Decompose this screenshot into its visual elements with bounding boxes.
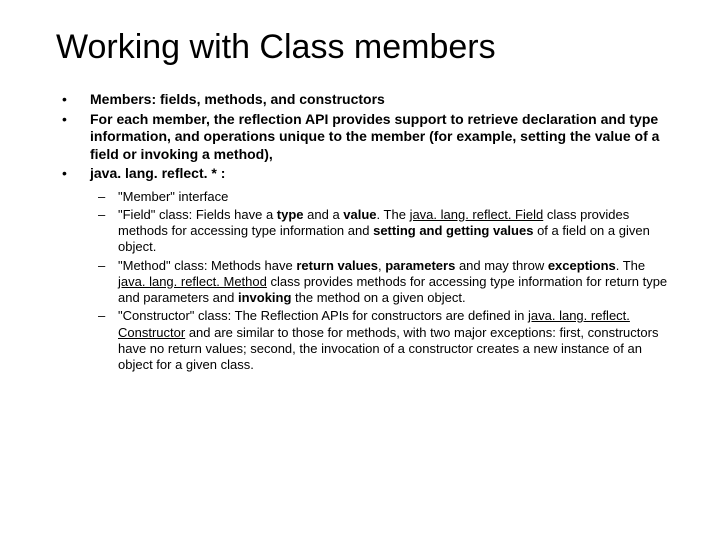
text: and may throw — [455, 258, 548, 273]
sub-bullet-item: "Member" interface — [96, 189, 672, 205]
text: "Constructor" class: The Reflection APIs… — [118, 308, 528, 323]
text: the method on a given object. — [291, 290, 465, 305]
text: and are similar to those for methods, wi… — [118, 325, 658, 373]
sub-bullet-item: "Field" class: Fields have a type and a … — [96, 207, 672, 256]
bold-text: parameters — [385, 258, 455, 273]
text: . The — [616, 258, 645, 273]
bullet-item: java. lang. reflect. * : "Member" interf… — [60, 165, 672, 373]
bold-text: setting and getting values — [373, 223, 533, 238]
bold-text: type — [277, 207, 304, 222]
text: . The — [377, 207, 410, 222]
sub-bullet-list: "Member" interface "Field" class: Fields… — [96, 189, 672, 374]
underline-text: java. lang. reflect. Field — [410, 207, 544, 222]
bold-text: exceptions — [548, 258, 616, 273]
sub-bullet-item: "Method" class: Methods have return valu… — [96, 258, 672, 307]
text: and a — [304, 207, 344, 222]
bold-text: return values — [296, 258, 378, 273]
bullet-text: java. lang. reflect. * : — [90, 165, 225, 181]
underline-text: java. lang. reflect. Method — [118, 274, 267, 289]
slide-title: Working with Class members — [56, 28, 672, 67]
sub-bullet-item: "Constructor" class: The Reflection APIs… — [96, 308, 672, 373]
text: "Method" class: Methods have — [118, 258, 296, 273]
bullet-item: Members: fields, methods, and constructo… — [60, 91, 672, 109]
bullet-list: Members: fields, methods, and constructo… — [60, 91, 672, 373]
bold-text: invoking — [238, 290, 291, 305]
bold-text: value — [343, 207, 376, 222]
bullet-item: For each member, the reflection API prov… — [60, 111, 672, 164]
text: "Field" class: Fields have a — [118, 207, 277, 222]
